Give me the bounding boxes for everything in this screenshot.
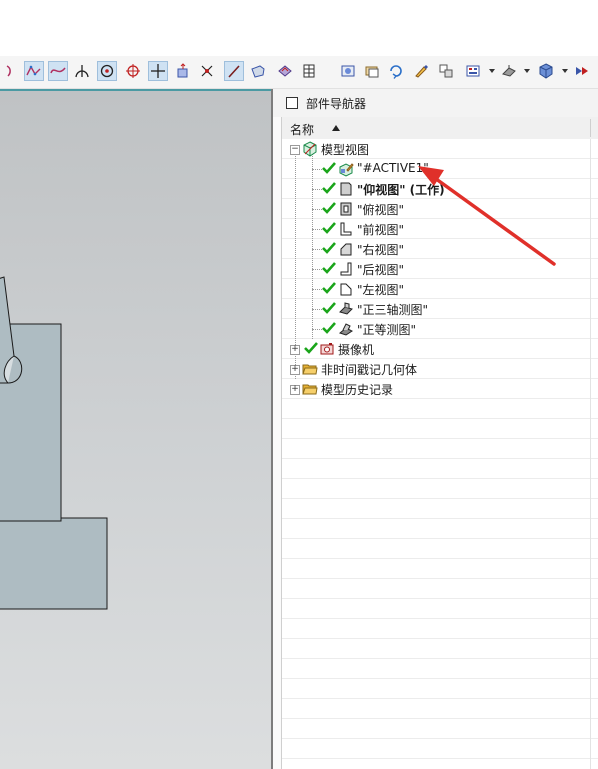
annotation-arrow	[418, 166, 556, 266]
